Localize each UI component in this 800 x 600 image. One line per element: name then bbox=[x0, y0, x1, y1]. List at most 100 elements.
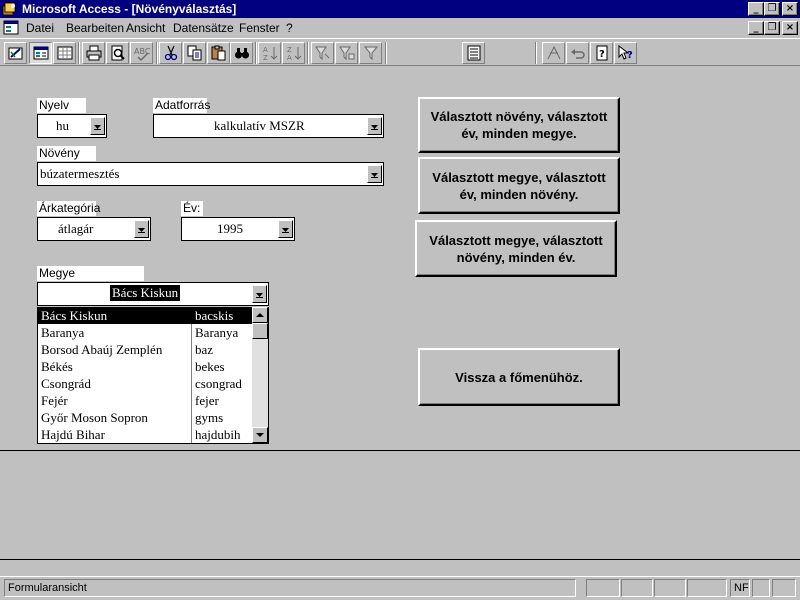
nyelv-dropdown-button[interactable] bbox=[90, 117, 105, 135]
apply-filter-button[interactable] bbox=[359, 42, 382, 64]
list-item[interactable]: Borsod Abaúj Zemplén baz bbox=[38, 341, 253, 358]
back-to-main-menu-button[interactable]: Vissza a főmenühöz. bbox=[418, 348, 620, 406]
menu-datei[interactable]: Datei bbox=[26, 21, 54, 35]
whats-this-button[interactable]: ? bbox=[614, 42, 637, 64]
megye-dropdown-list[interactable]: Bács Kiskun bacskis Baranya Baranya Bors… bbox=[37, 307, 269, 444]
status-panel bbox=[621, 579, 653, 597]
filter-by-selection-button[interactable] bbox=[311, 42, 334, 64]
dropdown-arrow-icon bbox=[371, 173, 378, 178]
help-button[interactable]: ? bbox=[590, 42, 613, 64]
status-panel bbox=[687, 579, 727, 597]
arkategoria-dropdown-button[interactable] bbox=[134, 220, 149, 238]
print-button[interactable] bbox=[82, 42, 105, 64]
access-key-icon[interactable] bbox=[2, 1, 18, 17]
filter-by-form-icon bbox=[339, 46, 355, 61]
noveny-combo[interactable]: búzatermesztés bbox=[37, 162, 384, 186]
spelling-button[interactable]: ABC bbox=[130, 42, 153, 64]
list-item[interactable]: Fejér fejer bbox=[38, 392, 253, 409]
ev-dropdown-button[interactable] bbox=[278, 220, 293, 238]
noveny-dropdown-button[interactable] bbox=[367, 165, 382, 183]
megye-dropdown-button[interactable] bbox=[252, 285, 267, 303]
svg-text:A: A bbox=[287, 54, 292, 61]
megye-value: Bács Kiskun bbox=[110, 285, 181, 301]
svg-text:Z: Z bbox=[263, 54, 268, 61]
toolbar-separator bbox=[255, 42, 257, 64]
megye-label: Megye bbox=[37, 266, 144, 281]
list-scrollbar[interactable] bbox=[252, 307, 268, 443]
crop-year-all-counties-button[interactable]: Választott növény, választott év, minden… bbox=[418, 97, 620, 153]
status-panel bbox=[772, 579, 796, 597]
county-code: hajdubih bbox=[195, 427, 241, 442]
county-name: Fejér bbox=[41, 393, 68, 408]
county-code: bacskis bbox=[195, 308, 234, 323]
whats-this-icon: ? bbox=[618, 45, 633, 61]
close-button[interactable]: × bbox=[782, 2, 798, 16]
list-item[interactable]: Győr Moson Sopron gyms bbox=[38, 409, 253, 426]
list-item[interactable]: Baranya Baranya bbox=[38, 324, 253, 341]
find-button[interactable] bbox=[230, 42, 253, 64]
sort-descending-icon: ZA bbox=[287, 46, 302, 61]
database-window-button[interactable] bbox=[462, 42, 485, 64]
county-code: Baranya bbox=[195, 325, 239, 340]
adatforras-label: Adatforrás bbox=[153, 98, 211, 113]
database-window-icon bbox=[467, 45, 481, 61]
paste-icon bbox=[211, 45, 226, 61]
menu-fenster[interactable]: Fenster bbox=[239, 21, 280, 35]
new-object-button[interactable] bbox=[542, 42, 565, 64]
doc-restore-button[interactable]: ❐ bbox=[764, 21, 780, 35]
print-preview-button[interactable] bbox=[106, 42, 129, 64]
nyelv-combo[interactable]: hu bbox=[37, 114, 107, 138]
county-name: Bács Kiskun bbox=[41, 308, 108, 323]
form-document-icon[interactable] bbox=[3, 20, 19, 35]
toolbar-separator bbox=[156, 42, 158, 64]
county-code: baz bbox=[195, 342, 214, 357]
county-year-all-crops-button[interactable]: Választott megye, választott év, minden … bbox=[418, 157, 620, 214]
county-name: Békés bbox=[41, 359, 73, 374]
scroll-up-button[interactable] bbox=[252, 307, 268, 323]
menu-ansicht[interactable]: Ansicht bbox=[126, 21, 165, 35]
form-divider-line bbox=[0, 559, 800, 560]
copy-icon bbox=[187, 45, 202, 61]
arkategoria-combo[interactable]: átlagár bbox=[37, 217, 151, 241]
menu-bearbeiten[interactable]: Bearbeiten bbox=[66, 21, 124, 35]
sort-ascending-button[interactable]: AZ bbox=[258, 42, 281, 64]
list-item[interactable]: Bács Kiskun bacskis bbox=[38, 307, 253, 324]
form-divider-line bbox=[0, 450, 800, 451]
restore-button[interactable]: ❐ bbox=[764, 2, 780, 16]
sort-descending-button[interactable]: ZA bbox=[282, 42, 305, 64]
county-crop-all-years-button[interactable]: Választott megye, választott növény, min… bbox=[415, 220, 617, 277]
form-view-button[interactable] bbox=[29, 42, 52, 64]
menu-datensaetze[interactable]: Datensätze bbox=[173, 21, 234, 35]
noveny-value: búzatermesztés bbox=[40, 166, 120, 181]
toolbar-separator bbox=[78, 42, 80, 64]
county-name: Baranya bbox=[41, 325, 85, 340]
design-view-button[interactable] bbox=[4, 42, 27, 64]
status-bar: Formularansicht NF bbox=[0, 576, 800, 600]
paste-button[interactable] bbox=[207, 42, 230, 64]
adatforras-combo[interactable]: kalkulatív MSZR bbox=[153, 114, 384, 138]
county-name: Borsod Abaúj Zemplén bbox=[41, 342, 163, 357]
list-item[interactable]: Csongrád csongrad bbox=[38, 375, 253, 392]
ev-value: 1995 bbox=[217, 221, 243, 236]
ev-combo[interactable]: 1995 bbox=[181, 217, 295, 241]
svg-text:Z: Z bbox=[287, 46, 292, 54]
cut-button[interactable] bbox=[159, 42, 182, 64]
copy-button[interactable] bbox=[183, 42, 206, 64]
adatforras-dropdown-button[interactable] bbox=[367, 117, 382, 135]
menu-help[interactable]: ? bbox=[286, 21, 293, 35]
county-name: Győr Moson Sopron bbox=[41, 410, 148, 425]
county-code: fejer bbox=[195, 393, 219, 408]
filter-by-form-button[interactable] bbox=[335, 42, 358, 64]
megye-combo[interactable]: Bács Kiskun bbox=[37, 282, 269, 306]
menu-bar: Datei Bearbeiten Ansicht Datensätze Fens… bbox=[0, 18, 800, 38]
undo-button[interactable] bbox=[566, 42, 589, 64]
doc-minimize-button[interactable]: _ bbox=[748, 21, 764, 35]
scroll-down-button[interactable] bbox=[252, 427, 268, 443]
datasheet-view-button[interactable] bbox=[53, 42, 76, 64]
doc-close-button[interactable]: × bbox=[782, 21, 798, 35]
minimize-button[interactable]: _ bbox=[748, 2, 764, 16]
list-item[interactable]: Hajdú Bihar hajdubih bbox=[38, 426, 253, 443]
list-item[interactable]: Békés bekes bbox=[38, 358, 253, 375]
toolbar: ABC AZ ZA ? ? bbox=[0, 38, 800, 66]
scroll-thumb[interactable] bbox=[252, 323, 268, 339]
